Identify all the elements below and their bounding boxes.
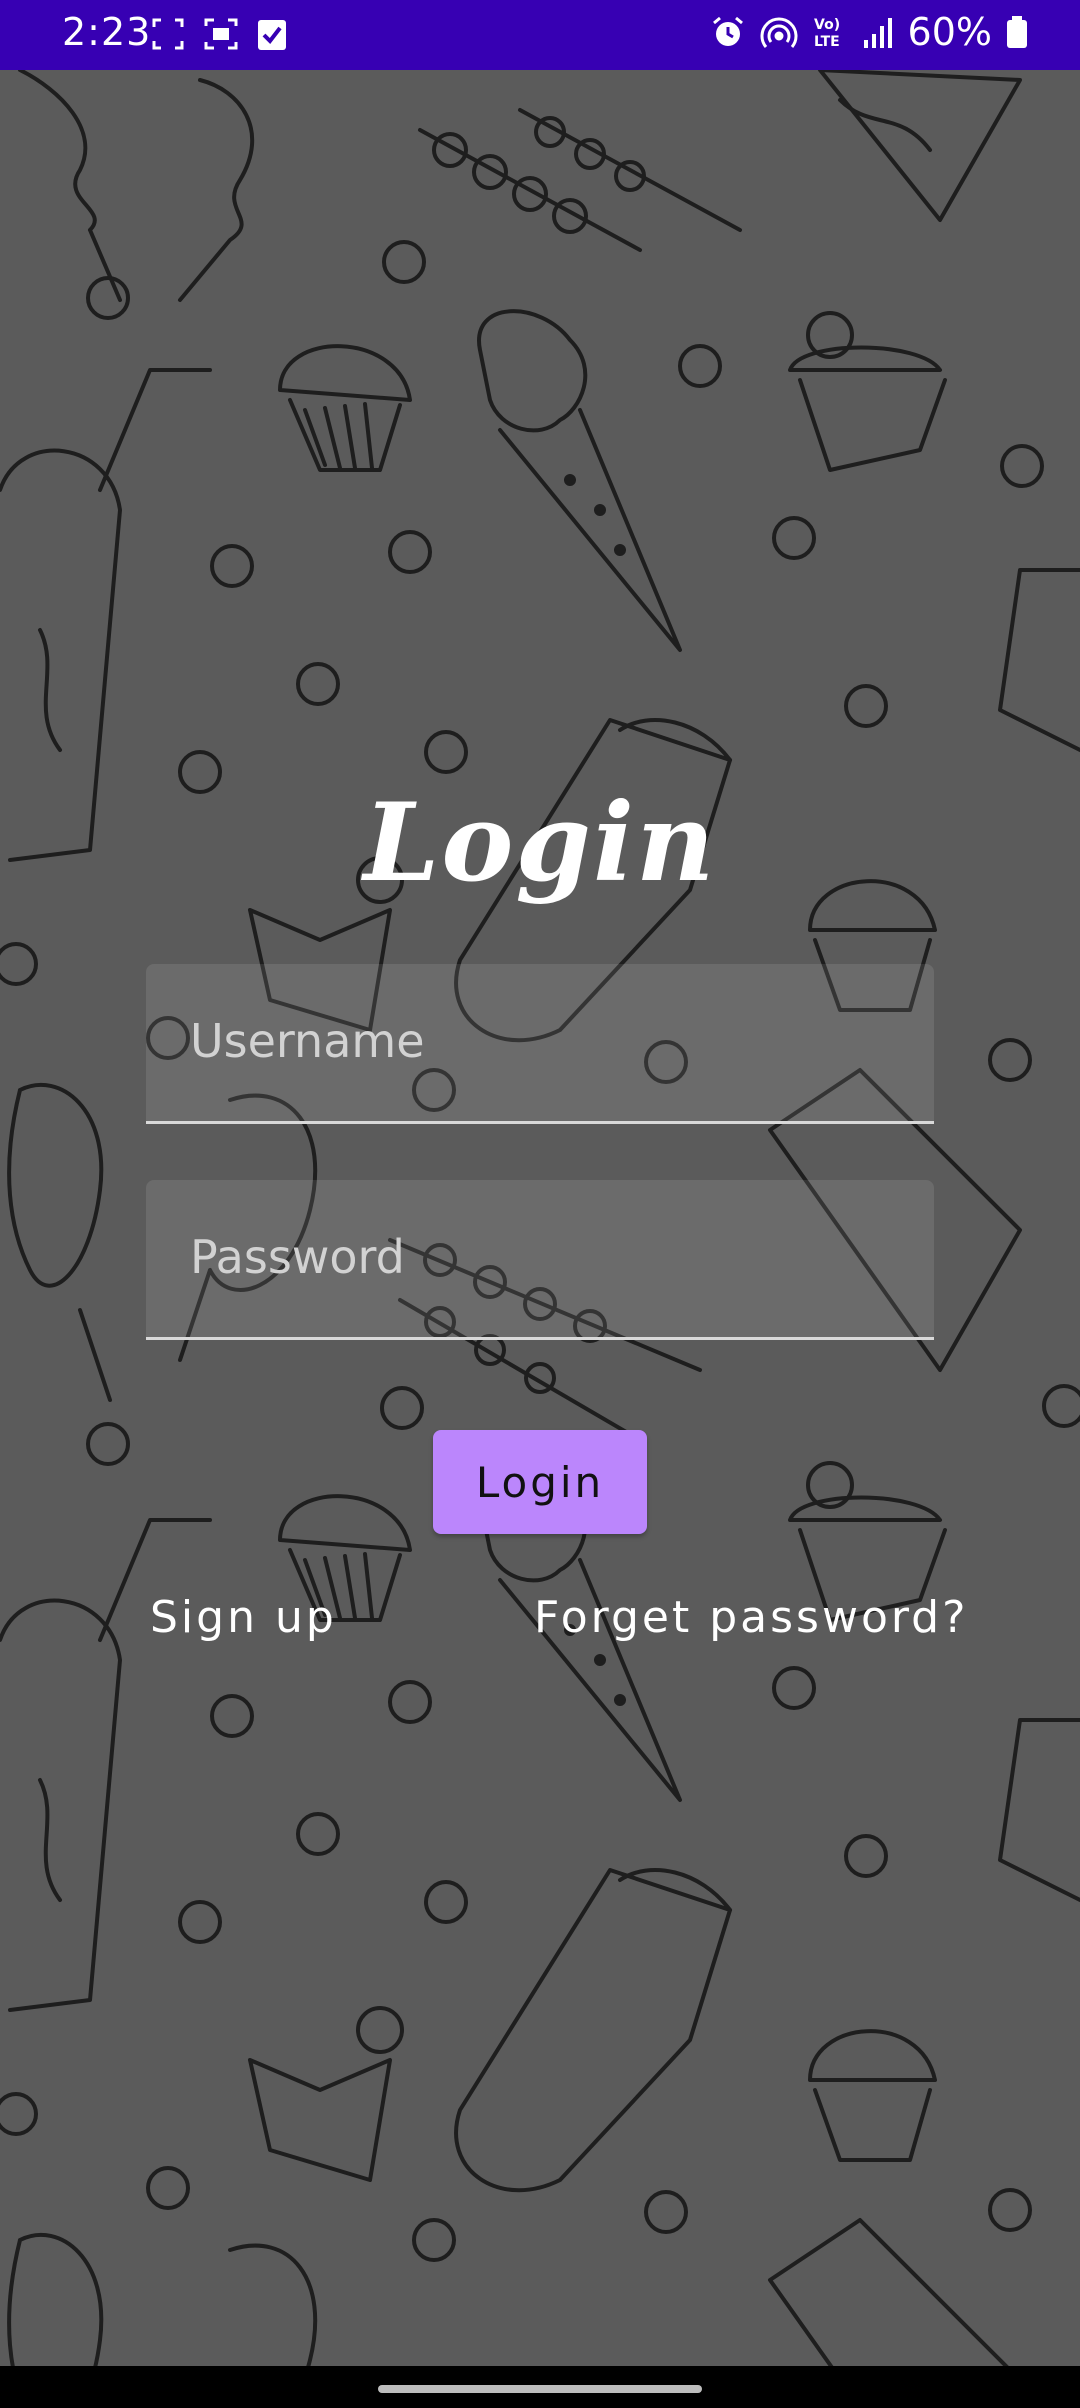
forget-password-link[interactable]: Forget password? [534,1592,968,1643]
home-gesture-handle[interactable] [378,2385,702,2393]
signal-icon [863,18,892,48]
alarm-icon [712,16,743,46]
status-right-icons: Vo) LTE 60% [710,10,1028,54]
login-screen: 2:23 Vo) LTE 60% Login Username Login Si… [0,0,1080,2408]
screenshot-icon [152,18,184,50]
username-input[interactable] [190,1006,890,1076]
password-input[interactable] [190,1222,890,1292]
hotspot-icon [760,17,797,48]
login-title: Login [363,780,717,906]
sign-up-link[interactable]: Sign up [150,1592,337,1643]
svg-text:Vo): Vo) [814,17,840,33]
navigation-bar [0,2366,1080,2408]
status-bar: 2:23 Vo) LTE 60% [0,0,1080,70]
status-time: 2:23 [62,10,152,54]
password-field[interactable] [146,1180,934,1340]
svg-text:LTE: LTE [814,34,840,50]
battery-percent: 60% [907,10,992,54]
username-field[interactable] [146,964,934,1124]
task-check-icon [258,20,286,50]
volte-icon: Vo) LTE [814,17,840,50]
screen-record-icon [204,18,238,50]
status-left-icons [150,16,288,52]
login-button[interactable]: Login [433,1430,647,1534]
battery-icon [1007,16,1027,48]
